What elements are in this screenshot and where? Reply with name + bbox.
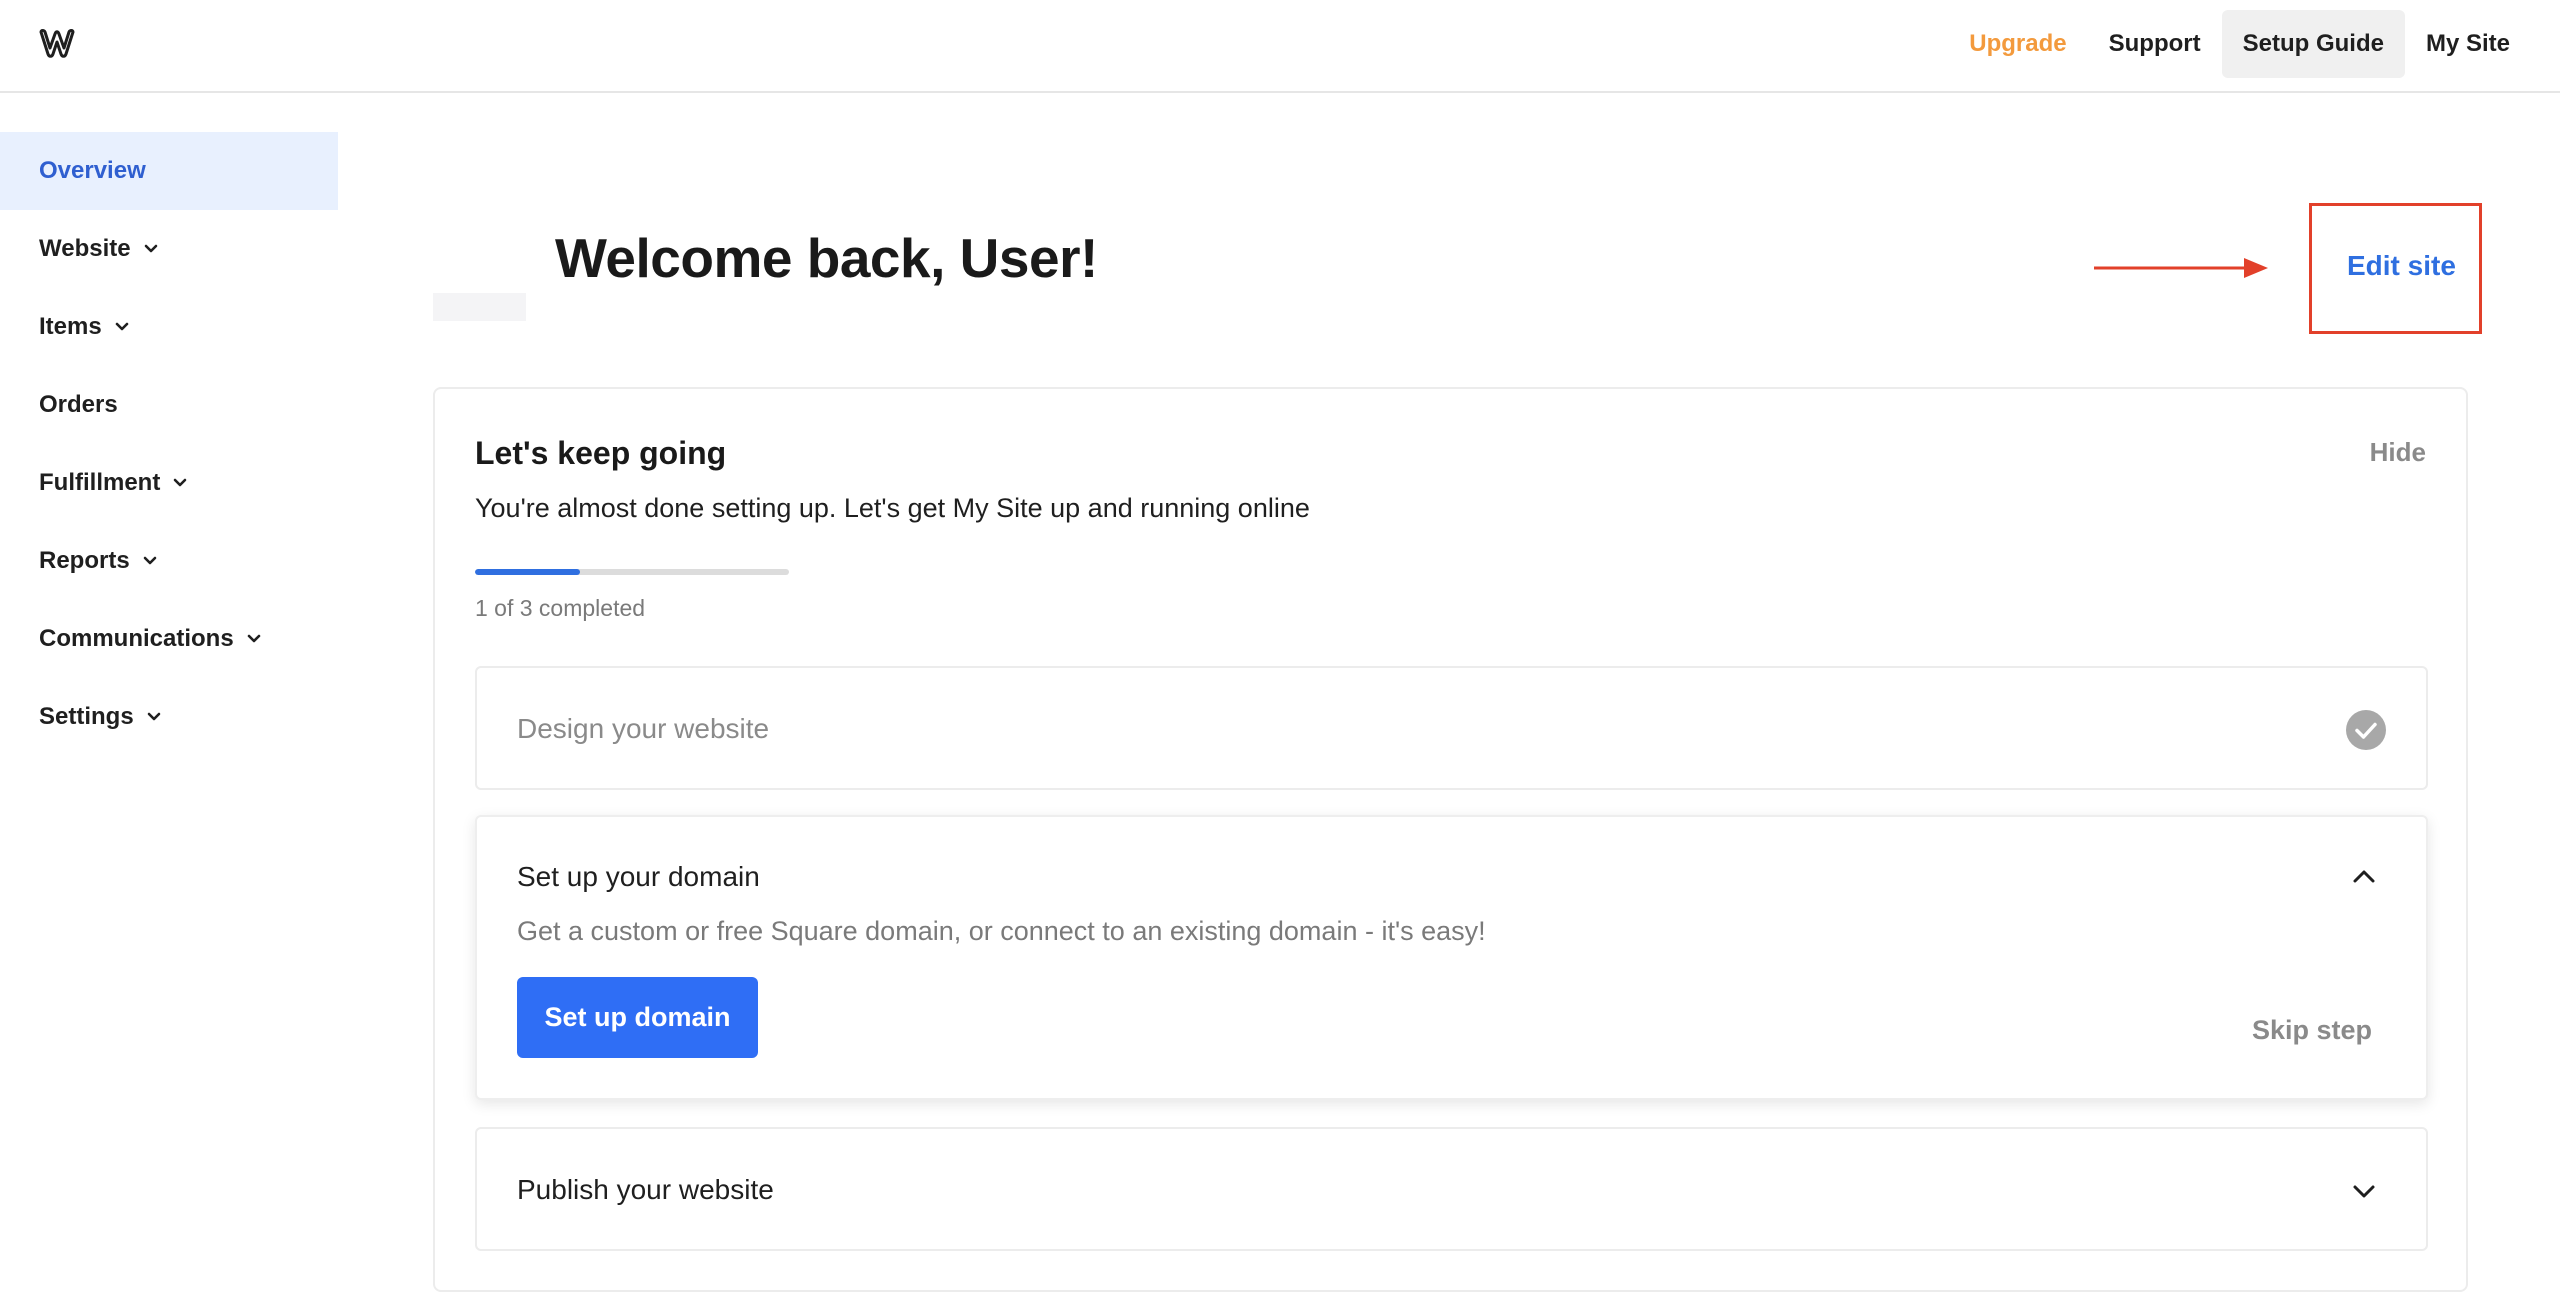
my-site-menu[interactable]: My Site: [2405, 10, 2560, 78]
sidebar-item-items[interactable]: Items: [0, 288, 338, 366]
sidebar-item-fulfillment[interactable]: Fulfillment: [0, 444, 338, 522]
upgrade-link[interactable]: Upgrade: [1948, 10, 2087, 78]
chevron-down-icon: [143, 556, 156, 565]
sidebar-item-label: Website: [39, 235, 131, 262]
sidebar-item-reports[interactable]: Reports: [0, 522, 338, 600]
setup-guide-card: Let's keep going Hide You're almost done…: [433, 387, 2468, 1292]
weebly-logo-icon[interactable]: [38, 28, 76, 58]
progress-bar: [475, 569, 789, 575]
sidebar-item-communications[interactable]: Communications: [0, 600, 338, 678]
progress-bar-fill: [475, 569, 580, 575]
chevron-up-icon[interactable]: [2350, 863, 2378, 891]
hide-button[interactable]: Hide: [2370, 437, 2426, 468]
card-title: Let's keep going: [475, 435, 727, 471]
set-up-domain-button[interactable]: Set up domain: [517, 977, 758, 1058]
chevron-down-icon: [174, 478, 187, 487]
sidebar-item-website[interactable]: Website: [0, 210, 338, 288]
sidebar-item-label: Overview: [39, 157, 146, 184]
step-design-website[interactable]: Design your website: [475, 666, 2428, 790]
edit-site-button[interactable]: Edit site: [2347, 250, 2456, 282]
sidebar-item-label: Reports: [39, 547, 130, 574]
sidebar-item-orders[interactable]: Orders: [0, 366, 338, 444]
step-title: Design your website: [517, 713, 770, 744]
top-nav: Upgrade Support Setup Guide My Site: [1948, 10, 2560, 78]
page-title: Welcome back, User!: [555, 227, 1098, 289]
sidebar-item-label: Orders: [39, 391, 118, 418]
step-title: Set up your domain: [517, 861, 760, 892]
sidebar-item-label: Communications: [39, 625, 234, 652]
setup-guide-link[interactable]: Setup Guide: [2221, 10, 2405, 78]
sidebar-item-label: Fulfillment: [39, 469, 161, 496]
step-set-up-domain: Set up your domain Get a custom or free …: [475, 815, 2428, 1100]
sidebar-item-label: Settings: [39, 703, 134, 730]
chevron-down-icon: [247, 634, 260, 643]
sidebar: Overview Website Items Orders Fulfillmen…: [0, 132, 338, 756]
chevron-down-icon: [144, 244, 157, 253]
site-thumbnail-placeholder: [433, 293, 526, 321]
step-publish-website[interactable]: Publish your website: [475, 1127, 2428, 1251]
step-title: Publish your website: [517, 1174, 774, 1205]
sidebar-item-settings[interactable]: Settings: [0, 678, 338, 756]
chevron-down-icon: [147, 712, 160, 721]
chevron-down-icon[interactable]: [2350, 1177, 2378, 1205]
sidebar-item-label: Items: [39, 313, 102, 340]
top-bar: Upgrade Support Setup Guide My Site: [0, 0, 2560, 93]
chevron-down-icon: [115, 322, 129, 331]
progress-text: 1 of 3 completed: [475, 595, 646, 621]
sidebar-item-overview[interactable]: Overview: [0, 132, 338, 210]
support-link[interactable]: Support: [2088, 10, 2222, 78]
step-description: Get a custom or free Square domain, or c…: [517, 916, 1486, 946]
annotation-arrow-icon: [2094, 258, 2268, 278]
check-circle-icon: [2346, 710, 2386, 750]
skip-step-button[interactable]: Skip step: [2252, 1015, 2372, 1046]
card-subtitle: You're almost done setting up. Let's get…: [475, 493, 1310, 523]
